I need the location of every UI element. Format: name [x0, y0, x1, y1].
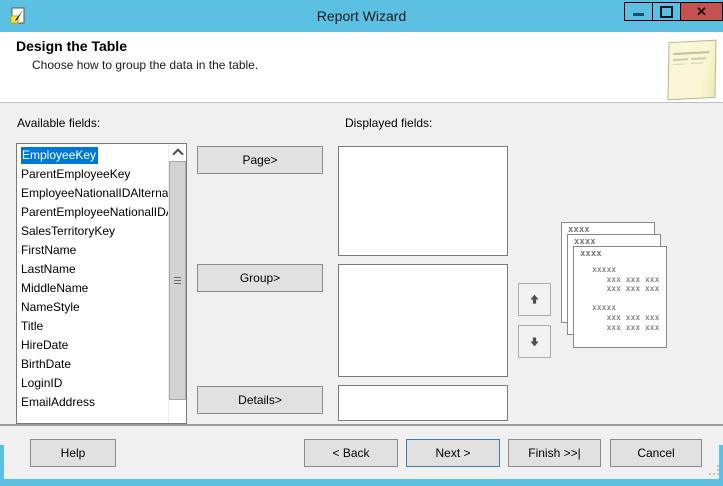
- move-up-button[interactable]: [518, 283, 551, 316]
- details-fields-box[interactable]: [338, 385, 508, 421]
- field-item[interactable]: EmployeeKey: [17, 146, 169, 165]
- arrow-up-icon: [530, 294, 539, 304]
- listbox-scrollbar[interactable]: [168, 144, 186, 423]
- field-item[interactable]: FirstName: [17, 241, 169, 260]
- help-button[interactable]: Help: [30, 439, 116, 467]
- cancel-button[interactable]: Cancel: [610, 439, 702, 467]
- close-icon: ✕: [696, 4, 707, 19]
- field-item[interactable]: HireDate: [17, 336, 169, 355]
- move-down-button[interactable]: [518, 325, 551, 358]
- field-item[interactable]: ParentEmployeeKey: [17, 165, 169, 184]
- field-list: EmployeeKey ParentEmployeeKey EmployeeNati…: [17, 146, 169, 423]
- minimize-button[interactable]: [624, 2, 653, 21]
- page-subtitle: Choose how to group the data in the tabl…: [32, 58, 259, 72]
- title-bar: Report Wizard ✕: [0, 0, 723, 32]
- field-item[interactable]: Title: [17, 317, 169, 336]
- field-item[interactable]: EmployeeNationalIDAlternateKey: [17, 184, 169, 203]
- wizard-header: Design the Table Choose how to group the…: [0, 32, 723, 103]
- close-button[interactable]: ✕: [680, 2, 723, 21]
- available-fields-label: Available fields:: [17, 116, 101, 130]
- chevron-up-icon: [171, 148, 184, 160]
- field-item[interactable]: NameStyle: [17, 298, 169, 317]
- preview-page-front: xxxx xxxxx xxx xxx xxx xxx xxx xxx xxxxx…: [573, 246, 667, 348]
- maximize-button[interactable]: [652, 2, 681, 21]
- field-item[interactable]: EmailAddress: [17, 393, 169, 412]
- window-title: Report Wizard: [316, 8, 407, 24]
- selected-field: EmployeeKey: [21, 147, 99, 164]
- preview-page-header: xxxx: [580, 249, 602, 259]
- page-transfer-button[interactable]: Page>: [197, 146, 323, 174]
- report-document-icon: [667, 39, 717, 101]
- next-button[interactable]: Next >: [406, 439, 500, 467]
- displayed-fields-label: Displayed fields:: [345, 116, 433, 130]
- scroll-up-button[interactable]: [169, 144, 186, 162]
- details-transfer-button[interactable]: Details>: [197, 386, 323, 414]
- field-item[interactable]: BirthDate: [17, 355, 169, 374]
- group-fields-box[interactable]: [338, 264, 508, 377]
- page-fields-box[interactable]: [338, 146, 508, 256]
- field-item[interactable]: ParentEmployeeNationalIDAlternateKey: [17, 203, 169, 222]
- report-wizard-dialog: Report Wizard ✕ Design the Table Choose …: [0, 0, 723, 486]
- finish-button[interactable]: Finish >>|: [508, 439, 601, 467]
- footer-bar: Help < Back Next > Finish >>| Cancel: [0, 426, 723, 479]
- field-item[interactable]: LastName: [17, 260, 169, 279]
- arrow-down-icon: [530, 337, 539, 347]
- preview-table-sample: xxxxx xxx xxx xxx xxx xxx xxx xxxxx xxx …: [592, 265, 660, 332]
- field-item[interactable]: MiddleName: [17, 279, 169, 298]
- maximize-icon: [660, 5, 673, 18]
- group-transfer-button[interactable]: Group>: [197, 264, 323, 292]
- back-button[interactable]: < Back: [304, 439, 398, 467]
- field-item[interactable]: LoginID: [17, 374, 169, 393]
- field-item[interactable]: SalesTerritoryKey: [17, 222, 169, 241]
- resize-grip[interactable]: [709, 465, 720, 476]
- page-title: Design the Table: [16, 38, 127, 54]
- available-fields-listbox[interactable]: EmployeeKey ParentEmployeeKey EmployeeNati…: [16, 143, 187, 424]
- scrollbar-thumb[interactable]: [169, 161, 186, 400]
- minimize-icon: [633, 13, 644, 16]
- window-frame-bottom: [0, 479, 723, 486]
